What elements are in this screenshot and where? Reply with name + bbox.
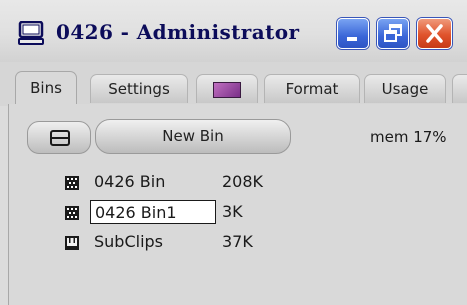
list-view-icon	[50, 130, 70, 146]
tab-label: Usage	[381, 80, 429, 98]
window-title: 0426 - Administrator	[56, 20, 300, 44]
bin-row[interactable]: 0426 Bin 208K	[0, 170, 300, 194]
bin-size: 208K	[222, 172, 264, 191]
tab-color[interactable]	[196, 74, 258, 103]
view-toggle-button[interactable]	[27, 121, 91, 154]
minimize-button[interactable]	[337, 18, 369, 49]
bin-icon	[65, 205, 79, 220]
bin-icon	[65, 175, 79, 190]
tab-overflow[interactable]	[452, 74, 467, 103]
close-button[interactable]	[417, 18, 452, 49]
bin-name: 0426 Bin	[94, 172, 166, 191]
color-swatch-icon	[213, 82, 241, 98]
bin-row[interactable]: 0426 Bin1 3K	[0, 200, 300, 224]
new-bin-button[interactable]: New Bin	[95, 119, 291, 154]
restore-icon	[384, 24, 402, 42]
tab-format[interactable]: Format	[264, 74, 360, 103]
memory-usage: mem 17%	[370, 128, 447, 146]
tab-bins[interactable]: Bins	[15, 71, 77, 106]
tab-label: Bins	[30, 79, 62, 97]
bin-name-selected[interactable]: 0426 Bin1	[90, 200, 216, 224]
restore-button[interactable]	[377, 18, 409, 49]
title-bar[interactable]: 0426 - Administrator	[0, 0, 467, 62]
tab-label: Settings	[108, 80, 170, 98]
subclip-bin-icon	[65, 235, 79, 250]
tab-usage[interactable]: Usage	[364, 74, 446, 103]
bin-name: SubClips	[94, 232, 164, 251]
tab-settings[interactable]: Settings	[90, 74, 188, 103]
tab-label: Format	[285, 80, 339, 98]
monitor-icon	[18, 20, 44, 45]
bin-size: 37K	[222, 232, 253, 251]
bin-row[interactable]: SubClips 37K	[0, 230, 300, 254]
close-icon	[426, 24, 443, 43]
bin-size: 3K	[222, 202, 243, 221]
minimize-icon	[347, 37, 357, 41]
app-window: 0426 - Administrator Bins Settings Forma…	[0, 0, 467, 305]
